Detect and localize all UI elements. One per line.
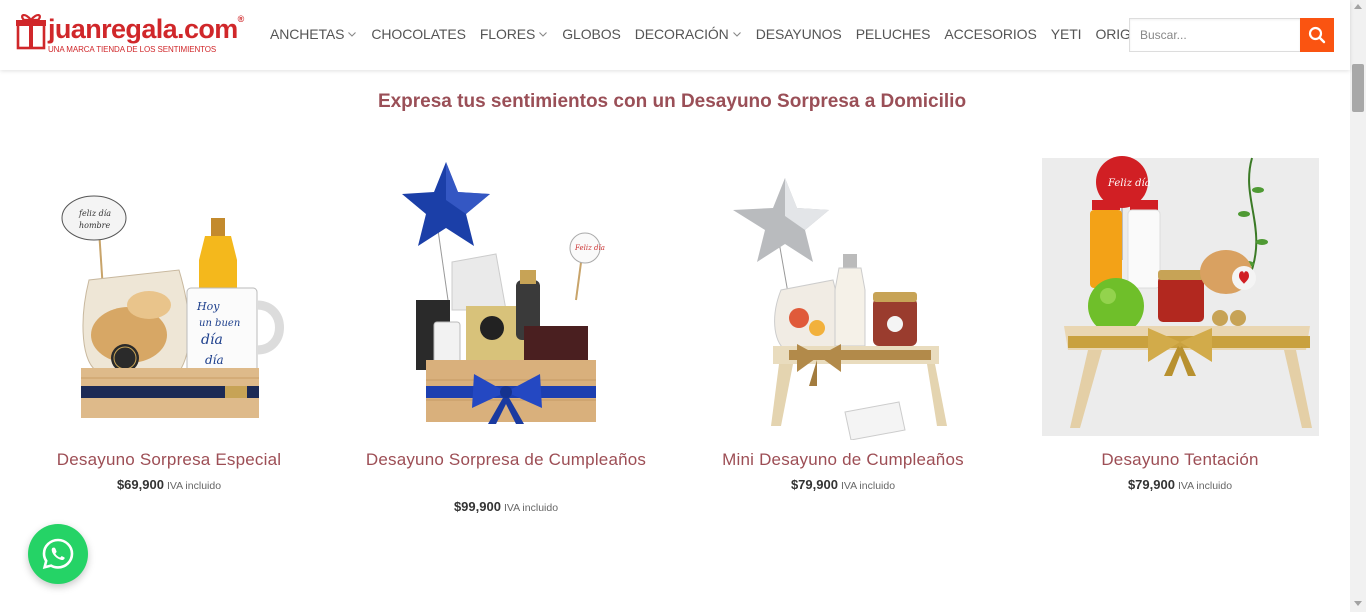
scroll-down-arrow-icon[interactable] <box>1354 601 1362 606</box>
nav-item-label: DESAYUNOS <box>755 26 842 42</box>
search-form <box>1129 18 1334 52</box>
svg-text:día: día <box>201 332 223 348</box>
product-image[interactable]: Feliz día <box>1030 150 1330 440</box>
nav-item-flores[interactable]: FLORES <box>480 26 548 42</box>
price-suffix: IVA incluido <box>166 480 222 492</box>
product-price: $79,900 IVA incluido <box>1030 477 1330 492</box>
nav-item-label: PELUCHES <box>855 26 931 42</box>
brand-name: juanregala.com® <box>48 14 244 44</box>
product-image[interactable]: feliz día hombre Hoy un buen día día <box>19 150 319 440</box>
chevron-down-icon <box>348 32 357 37</box>
price-amount: $99,900 <box>453 499 501 514</box>
scroll-up-arrow-icon[interactable] <box>1354 4 1362 9</box>
svg-text:Hoy: Hoy <box>196 300 220 313</box>
nav-item-label: FLORES <box>479 26 536 42</box>
product-name[interactable]: Mini Desayuno de Cumpleaños <box>693 448 993 472</box>
site-header: juanregala.com® UNA MARCA TIENDA DE LOS … <box>0 0 1350 70</box>
product-image[interactable] <box>693 150 993 440</box>
price-suffix: IVA incluido <box>503 502 559 514</box>
svg-text:Feliz día: Feliz día <box>1107 178 1151 189</box>
whatsapp-button[interactable] <box>28 524 88 584</box>
nav-item-globos[interactable]: GLOBOS <box>562 26 621 42</box>
product-price: $69,900 IVA incluido <box>19 477 319 492</box>
main-nav: ANCHETAS CHOCOLATES FLORES GLOBOS DECORA… <box>270 24 1189 44</box>
price-amount: $79,900 <box>1127 477 1175 492</box>
page: juanregala.com® UNA MARCA TIENDA DE LOS … <box>0 0 1366 612</box>
search-input[interactable] <box>1129 18 1300 52</box>
nav-item-label: CHOCOLATES <box>371 26 466 42</box>
brand-logo[interactable]: juanregala.com® UNA MARCA TIENDA DE LOS … <box>16 10 244 58</box>
svg-text:un buen: un buen <box>199 318 240 329</box>
page-scrollbar[interactable] <box>1350 0 1366 612</box>
svg-text:hombre: hombre <box>79 221 111 230</box>
nav-item-desayunos[interactable]: DESAYUNOS <box>756 26 842 42</box>
svg-text:día: día <box>205 353 224 367</box>
svg-text:feliz día: feliz día <box>78 209 111 218</box>
product-name[interactable]: Desayuno Sorpresa Especial <box>19 448 319 472</box>
brand-tagline: UNA MARCA TIENDA DE LOS SENTIMIENTOS <box>48 45 217 54</box>
product-name[interactable]: Desayuno Tentación <box>1030 448 1330 472</box>
product-price: $79,900 IVA incluido <box>693 477 993 492</box>
price-suffix: IVA incluido <box>840 480 896 492</box>
nav-item-label: GLOBOS <box>562 26 621 42</box>
section-title: Expresa tus sentimientos con un Desayuno… <box>377 91 967 112</box>
product-name[interactable]: Desayuno Sorpresa de Cumpleaños <box>356 448 656 472</box>
nav-item-label: YETI <box>1050 26 1082 42</box>
chevron-down-icon <box>732 32 741 37</box>
chevron-down-icon <box>539 32 548 37</box>
price-suffix: IVA incluido <box>1177 480 1233 492</box>
nav-item-accesorios[interactable]: ACCESORIOS <box>944 26 1036 42</box>
nav-item-chocolates[interactable]: CHOCOLATES <box>371 26 466 42</box>
scroll-thumb[interactable] <box>1352 64 1364 112</box>
svg-text:Feliz día: Feliz día <box>574 244 605 252</box>
whatsapp-icon <box>42 538 74 569</box>
nav-item-label: ANCHETAS <box>270 26 345 42</box>
nav-item-label: DECORACIÓN <box>634 26 729 42</box>
gift-box-icon <box>16 14 46 50</box>
nav-item-yeti[interactable]: YETI <box>1051 26 1082 42</box>
product-price: $99,900 IVA incluido <box>356 499 656 514</box>
product-image[interactable]: Feliz día <box>356 150 656 440</box>
nav-item-anchetas[interactable]: ANCHETAS <box>270 26 357 42</box>
search-button[interactable] <box>1300 18 1334 52</box>
search-icon <box>1308 26 1326 44</box>
price-amount: $79,900 <box>790 477 838 492</box>
nav-item-peluches[interactable]: PELUCHES <box>856 26 931 42</box>
nav-item-decoracion[interactable]: DECORACIÓN <box>635 26 742 42</box>
nav-item-label: ACCESORIOS <box>944 26 1037 42</box>
price-amount: $69,900 <box>116 477 164 492</box>
